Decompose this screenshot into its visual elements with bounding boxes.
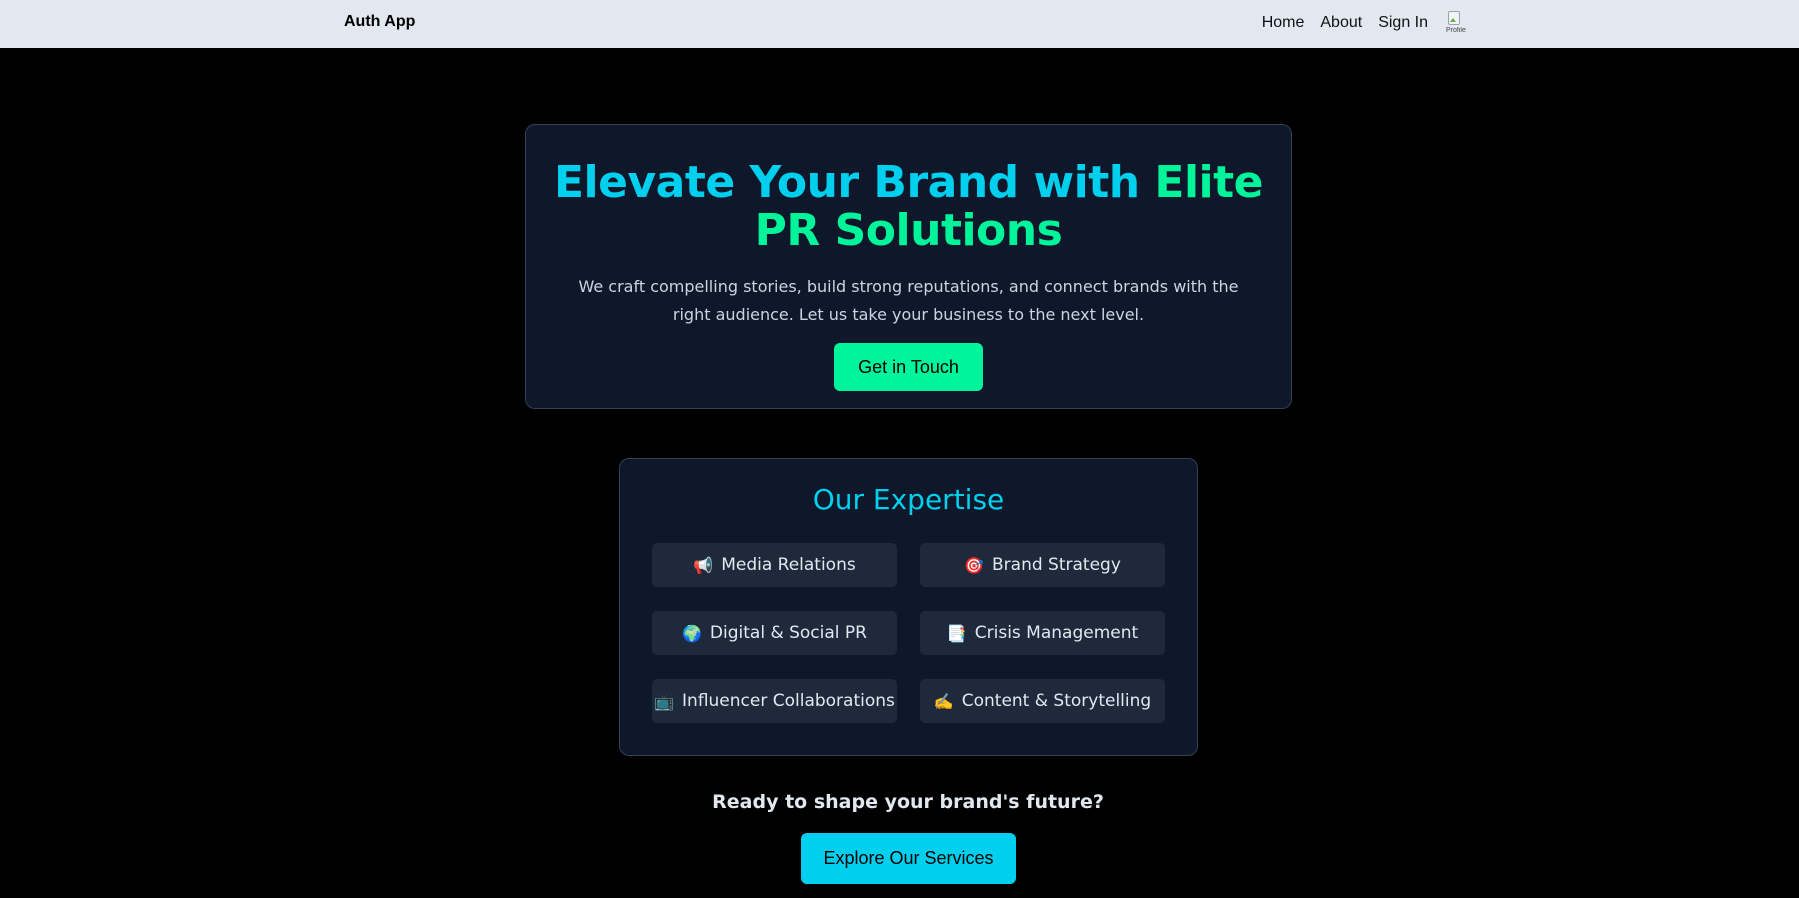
broken-image-icon [1448, 11, 1460, 25]
expertise-item-label: Digital & Social PR [709, 623, 867, 643]
explore-services-button[interactable]: Explore Our Services [801, 833, 1016, 884]
avatar-alt-text: Profile [1446, 27, 1466, 34]
television-icon: 📺 [654, 691, 675, 711]
writing-hand-icon: ✍️ [933, 691, 954, 711]
ready-prompt: Ready to shape your brand's future? [712, 791, 1104, 813]
expertise-item-influencer-collaborations[interactable]: 📺 Influencer Collaborations [652, 679, 897, 723]
get-in-touch-button[interactable]: Get in Touch [834, 343, 983, 391]
avatar[interactable]: Profile [1446, 9, 1466, 37]
nav-link-about[interactable]: About [1320, 14, 1362, 32]
expertise-item-media-relations[interactable]: 📢 Media Relations [652, 543, 897, 587]
navbar: Auth App Home About Sign In Profile [0, 0, 1799, 48]
hero-title: Elevate Your Brand with Elite PR Solutio… [526, 159, 1291, 255]
globe-icon: 🌍 [682, 623, 702, 643]
megaphone-icon: 📢 [693, 555, 714, 575]
expertise-item-label: Content & Storytelling [961, 691, 1152, 711]
expertise-item-digital-social-pr[interactable]: 🌍 Digital & Social PR [652, 611, 897, 655]
expertise-item-label: Influencer Collaborations [682, 691, 895, 711]
hero-title-part1: Elevate Your Brand with [553, 157, 1155, 208]
hero-subtitle: We craft compelling stories, build stron… [578, 277, 1239, 324]
hero-card: Elevate Your Brand with Elite PR Solutio… [525, 124, 1292, 409]
target-icon: 🎯 [964, 555, 985, 575]
expertise-item-label: Brand Strategy [992, 555, 1121, 575]
brand-logo-text[interactable]: Auth App [344, 13, 415, 31]
nav-link-sign-in[interactable]: Sign In [1378, 14, 1428, 32]
expertise-grid: 📢 Media Relations 🎯 Brand Strategy 🌍 Dig… [652, 543, 1165, 723]
expertise-item-content-storytelling[interactable]: ✍️ Content & Storytelling [920, 679, 1165, 723]
expertise-item-label: Media Relations [721, 555, 856, 575]
expertise-title: Our Expertise [812, 483, 1005, 516]
expertise-item-label: Crisis Management [974, 623, 1139, 643]
nav-links: Home About Sign In Profile [1262, 9, 1466, 37]
expertise-card: Our Expertise 📢 Media Relations 🎯 Brand … [619, 458, 1198, 756]
expertise-item-brand-strategy[interactable]: 🎯 Brand Strategy [920, 543, 1165, 587]
document-icon: 📑 [946, 623, 967, 643]
nav-link-home[interactable]: Home [1262, 14, 1305, 32]
expertise-item-crisis-management[interactable]: 📑 Crisis Management [920, 611, 1165, 655]
